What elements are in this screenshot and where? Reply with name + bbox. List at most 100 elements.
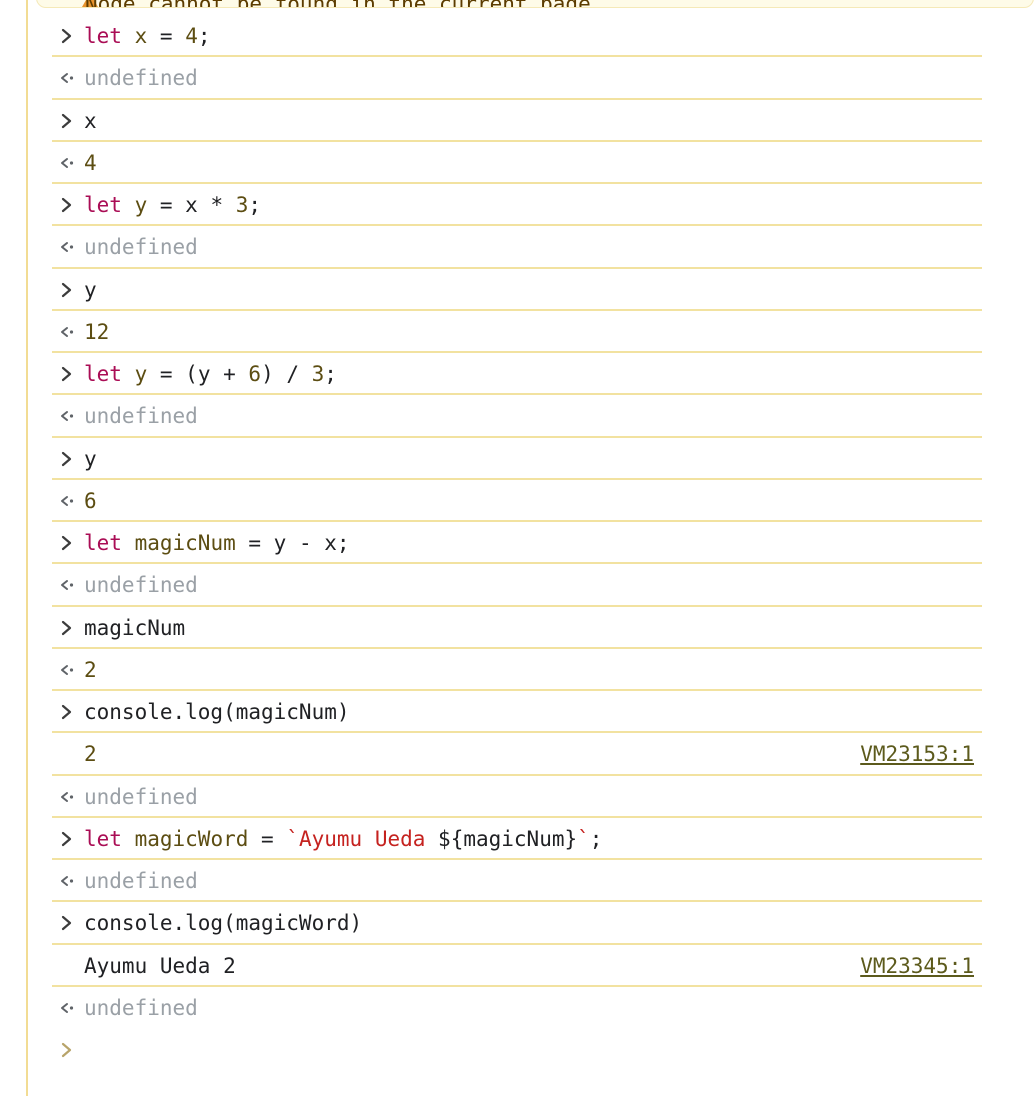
message-text: undefined	[84, 395, 198, 437]
chevron-right-icon	[52, 100, 82, 142]
source-link[interactable]: VM23153:1	[860, 733, 974, 775]
message-text: let y = x * 3;	[84, 184, 261, 226]
console-result-row: undefined	[52, 860, 982, 903]
token-str: `Ayumu Ueda	[286, 826, 439, 851]
message-text: undefined	[84, 987, 198, 1029]
token-plain: = y - x;	[235, 531, 350, 555]
message-text: console.log(magicWord)	[84, 902, 362, 944]
token-plain: ;	[589, 826, 603, 851]
token-plain: = (y +	[147, 362, 249, 386]
token-result: 12	[84, 319, 110, 344]
token-kw: let	[84, 826, 122, 851]
message-text: y	[84, 269, 97, 311]
token-plain: ;	[324, 362, 337, 386]
message-text: undefined	[84, 860, 198, 902]
token-plain: = x *	[147, 193, 236, 217]
token-num: 6	[248, 362, 262, 386]
token-var: y	[134, 193, 148, 217]
message-text: undefined	[84, 57, 198, 99]
console-input-row: magicNum	[52, 607, 982, 649]
token-plain: =	[147, 24, 186, 48]
chevron-right-icon	[52, 902, 82, 944]
return-arrow-icon	[52, 142, 82, 184]
token-result: 4	[84, 150, 97, 175]
message-text: let magicWord = `Ayumu Ueda ${magicNum}`…	[84, 818, 602, 860]
return-arrow-icon	[52, 226, 82, 268]
chevron-right-icon	[52, 15, 82, 57]
token-var: magicWord	[134, 826, 249, 851]
return-arrow-icon	[52, 395, 82, 437]
token-num: 4	[185, 24, 198, 48]
message-text: let y = (y + 6) / 3;	[84, 353, 337, 395]
token-undef: undefined	[84, 66, 198, 91]
console-input-row: let x = 4;	[52, 15, 982, 58]
token-result: 2	[84, 742, 97, 767]
token-kw: let	[84, 193, 122, 217]
message-text: x	[84, 100, 97, 142]
token-result: 6	[84, 488, 97, 513]
chevron-right-icon	[52, 607, 82, 649]
message-text: 12	[84, 311, 109, 353]
console-result-row: undefined	[52, 57, 982, 100]
return-arrow-icon	[52, 987, 82, 1029]
chevron-right-icon	[52, 818, 82, 860]
token-var: magicNum	[134, 531, 236, 555]
chevron-right-icon	[52, 691, 82, 733]
token-kw: let	[84, 531, 122, 555]
console-result-row: 6	[52, 480, 982, 522]
console-prompt-row[interactable]	[52, 1029, 982, 1071]
warning-text: Node cannot be found in the current page…	[85, 0, 603, 7]
chevron-right-icon	[52, 269, 82, 311]
token-plain: ) /	[261, 362, 312, 386]
message-text: y	[84, 438, 97, 480]
token-str: `	[577, 826, 590, 851]
console-input-row: x	[52, 100, 982, 142]
console-panel: Node cannot be found in the current page…	[0, 0, 1034, 1096]
return-arrow-icon	[52, 860, 82, 902]
token-undef: undefined	[84, 573, 198, 598]
token-plain: =	[248, 826, 287, 851]
source-link[interactable]: VM23345:1	[860, 945, 974, 987]
console-result-row: 2	[52, 649, 982, 691]
token-result: 2	[84, 657, 97, 682]
message-text: 4	[84, 142, 97, 184]
console-input-row: y	[52, 269, 982, 311]
token-plain: x	[84, 108, 97, 133]
return-arrow-icon	[52, 480, 82, 522]
console-result-row: 4	[52, 142, 982, 184]
console-input-row: let y = (y + 6) / 3;	[52, 353, 982, 396]
token-kw: let	[84, 24, 122, 48]
log-spacer	[52, 945, 82, 987]
token-plain: console.log(magicWord)	[84, 911, 363, 936]
console-input-row: console.log(magicWord)	[52, 902, 982, 945]
console-input-row: y	[52, 438, 982, 480]
message-text: Ayumu Ueda 2	[84, 945, 236, 987]
token-plain: ;	[248, 193, 262, 217]
token-kw: let	[84, 362, 122, 386]
return-arrow-icon	[52, 564, 82, 606]
token-plain: ${magicNum}	[438, 826, 578, 851]
console-log-row: 2 VM23153:1	[52, 733, 982, 776]
chevron-right-icon	[52, 438, 82, 480]
chevron-right-icon	[52, 184, 82, 226]
log-spacer	[52, 733, 82, 775]
token-num: 3	[235, 193, 249, 217]
chevron-right-icon	[52, 353, 82, 395]
token-undef: undefined	[84, 995, 198, 1020]
token-plain: ;	[197, 24, 211, 48]
token-var: x	[134, 24, 148, 48]
message-text: undefined	[84, 564, 198, 606]
message-text: let x = 4;	[84, 15, 211, 57]
return-arrow-icon	[52, 649, 82, 691]
console-result-row: undefined	[52, 776, 982, 818]
console-result-row: undefined	[52, 987, 982, 1029]
console-messages: let x = 4; undefined x 4 let y = x * 3; undef…	[0, 15, 1034, 1071]
console-result-row: 12	[52, 311, 982, 353]
message-text: console.log(magicNum)	[84, 691, 350, 733]
console-result-row: undefined	[52, 226, 982, 269]
token-var: y	[134, 362, 148, 386]
